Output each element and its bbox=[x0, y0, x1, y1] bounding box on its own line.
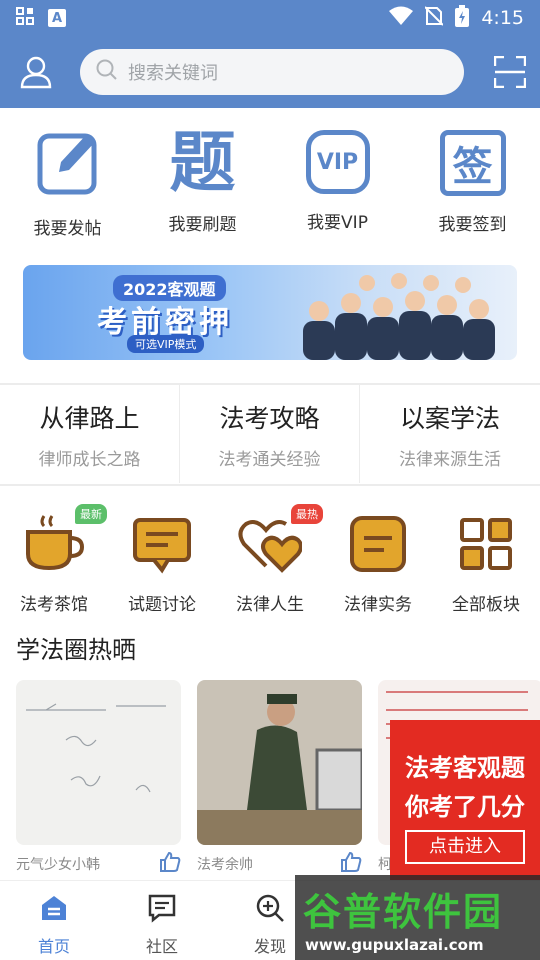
divider bbox=[0, 484, 540, 486]
quick-action-vip[interactable]: VIP 我要VIP bbox=[270, 108, 405, 248]
board-label: 法考茶馆 bbox=[20, 595, 88, 615]
section-case-study[interactable]: 以案学法 法律来源生活 bbox=[360, 385, 540, 483]
card-meta: 法考余帅 bbox=[197, 850, 362, 878]
promo-line-1: 法考客观题 bbox=[405, 754, 525, 782]
quick-action-label: 我要VIP bbox=[307, 213, 368, 233]
vip-icon: VIP bbox=[305, 130, 370, 194]
promo-line-2: 你考了几分 bbox=[405, 793, 525, 821]
section-title: 法考攻略 bbox=[219, 404, 320, 433]
tab-label: 社区 bbox=[145, 937, 178, 956]
board-legal-life[interactable]: 最热 法律人生 bbox=[216, 500, 324, 615]
card-author: 法考余帅 bbox=[197, 857, 253, 873]
board-label: 试题讨论 bbox=[128, 595, 196, 615]
card-author: 元气少女小韩 bbox=[16, 857, 100, 873]
banner-tag: 可选VIP模式 bbox=[127, 335, 205, 353]
promo-banner[interactable]: 2022客观题 考前密押 可选VIP模式 bbox=[23, 265, 517, 360]
question-char-icon: 题 bbox=[169, 124, 236, 201]
search-placeholder: 搜索关键词 bbox=[128, 63, 218, 84]
thumbs-up-icon[interactable] bbox=[340, 851, 362, 877]
discover-icon bbox=[255, 893, 285, 927]
forum-boards: 最新 法考茶馆 试题讨论 最热 法律人生 法律实务 全部板块 bbox=[0, 500, 540, 615]
quick-action-label: 我要签到 bbox=[438, 215, 507, 235]
scan-icon[interactable] bbox=[493, 55, 527, 92]
board-teahouse[interactable]: 最新 法考茶馆 bbox=[0, 500, 108, 615]
quick-action-post[interactable]: 我要发帖 bbox=[0, 108, 135, 248]
feed-card[interactable]: 法考余帅 bbox=[197, 680, 362, 880]
site-watermark: 谷普软件园 www.gupuxlazai.com bbox=[295, 875, 540, 960]
thumbs-up-icon[interactable] bbox=[159, 851, 181, 877]
section-lawyer-path[interactable]: 从律路上 律师成长之路 bbox=[0, 385, 180, 483]
tab-home[interactable]: 首页 bbox=[14, 893, 94, 957]
card-meta: 元气少女小韩 bbox=[16, 850, 181, 878]
grid-icon bbox=[456, 514, 516, 578]
exam-score-promo[interactable]: 法考客观题 你考了几分 点击进入 bbox=[390, 720, 540, 880]
watermark-url: www.gupuxlazai.com bbox=[305, 936, 484, 954]
banner-teachers-photo bbox=[293, 273, 508, 360]
status-bar: A 4:15 bbox=[0, 0, 540, 36]
wifi-icon bbox=[389, 6, 414, 31]
hot-badge: 最热 bbox=[291, 504, 323, 524]
watermark-title: 谷普软件园 bbox=[303, 890, 504, 934]
community-icon bbox=[147, 893, 177, 927]
top-header: 搜索关键词 bbox=[0, 36, 540, 108]
section-subtitle: 律师成长之路 bbox=[38, 450, 141, 470]
checkin-icon: 签 bbox=[439, 130, 506, 196]
board-legal-practice[interactable]: 法律实务 bbox=[324, 500, 432, 615]
post-photo bbox=[197, 680, 362, 845]
tab-label: 首页 bbox=[37, 937, 70, 956]
quick-action-practice[interactable]: 题 我要VIP 我要刷题 bbox=[135, 108, 270, 248]
app-notification-icon: A bbox=[48, 9, 66, 27]
section-title: 从律路上 bbox=[39, 404, 140, 433]
board-all[interactable]: 全部板块 bbox=[432, 500, 540, 615]
quick-actions: 我要发帖 题 我要VIP 我要刷题 VIP 我要VIP 签 我要签到 bbox=[0, 108, 540, 248]
new-badge: 最新 bbox=[75, 504, 107, 524]
battery-charging-icon bbox=[455, 4, 470, 32]
home-icon bbox=[39, 893, 69, 927]
section-subtitle: 法考通关经验 bbox=[218, 450, 321, 470]
user-profile-icon[interactable] bbox=[19, 55, 53, 93]
section-exam-strategy[interactable]: 法考攻略 法考通关经验 bbox=[180, 385, 360, 483]
edit-icon bbox=[37, 130, 99, 200]
search-icon bbox=[96, 59, 118, 85]
feed-title: 学法圈热晒 bbox=[16, 636, 136, 664]
promo-enter-button[interactable]: 点击进入 bbox=[405, 830, 525, 864]
quick-action-label: 我要刷题 bbox=[168, 215, 237, 235]
discussion-icon bbox=[132, 514, 192, 578]
feed-card[interactable]: 元气少女小韩 bbox=[16, 680, 181, 880]
no-sim-icon bbox=[424, 5, 445, 31]
grid-status-icon bbox=[16, 7, 34, 29]
board-label: 法律人生 bbox=[236, 595, 304, 615]
category-sections: 从律路上 律师成长之路 法考攻略 法考通关经验 以案学法 法律来源生活 bbox=[0, 385, 540, 483]
board-label: 法律实务 bbox=[344, 595, 412, 615]
tab-community[interactable]: 社区 bbox=[122, 893, 202, 957]
search-input[interactable]: 搜索关键词 bbox=[80, 49, 464, 95]
quick-action-checkin[interactable]: 签 我要签到 bbox=[405, 108, 540, 248]
post-photo bbox=[16, 680, 181, 845]
quick-action-label: 我要发帖 bbox=[33, 219, 102, 239]
clock-time: 4:15 bbox=[481, 7, 524, 29]
board-label: 全部板块 bbox=[452, 595, 520, 615]
section-title: 以案学法 bbox=[399, 404, 500, 433]
tab-label: 发现 bbox=[253, 937, 286, 956]
section-subtitle: 法律来源生活 bbox=[399, 450, 501, 470]
board-question-discussion[interactable]: 试题讨论 bbox=[108, 500, 216, 615]
notes-icon bbox=[348, 514, 408, 578]
